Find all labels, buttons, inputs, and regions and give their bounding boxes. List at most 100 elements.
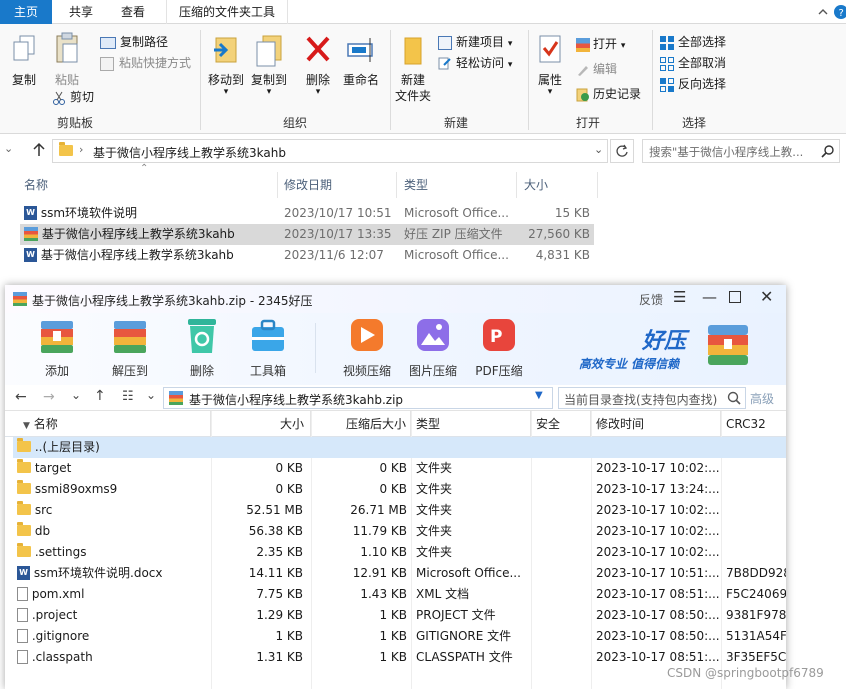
new-item-button[interactable]: 新建项目 ▾ <box>438 34 512 52</box>
address-path[interactable]: 基于微信小程序线上教学系统3kahb <box>93 144 286 161</box>
open-button[interactable]: 打开 ▾ <box>576 36 625 54</box>
address-box[interactable]: › 基于微信小程序线上教学系统3kahb ⌄ <box>52 139 608 163</box>
file-size: 4,831 KB <box>535 248 590 262</box>
new-folder-label-2: 文件夹 <box>394 89 431 103</box>
zip-table-row[interactable]: W ssm环境软件说明.docx 14.11 KB 12.91 KB Microsof… <box>13 563 786 584</box>
copy-button[interactable]: 复制 <box>4 34 44 88</box>
paste-shortcut-button[interactable]: 粘贴快捷方式 <box>100 55 191 71</box>
zip-col-name[interactable]: ▼ 名称 <box>13 411 211 437</box>
extract-button[interactable]: 解压到 <box>100 315 160 379</box>
breadcrumb-chevron-icon[interactable]: › <box>79 143 83 156</box>
address-bar-row: ⌄ › 基于微信小程序线上教学系统3kahb ⌄ 搜索"基于微信小程序线上教..… <box>0 136 846 166</box>
zip-entry-packed: 12.91 KB <box>352 566 407 580</box>
word-doc-icon: W <box>24 205 37 220</box>
back-arrow-icon[interactable]: ← <box>15 389 27 405</box>
recent-dropdown-icon[interactable]: ⌄ <box>4 142 13 155</box>
history-button[interactable]: 历史记录 <box>576 86 641 102</box>
zip-entry-size: 56.38 KB <box>248 524 303 538</box>
help-icon[interactable]: ? <box>832 3 846 21</box>
tab-share[interactable]: 共享 <box>56 0 106 24</box>
view-dropdown-icon[interactable]: ⌄ <box>146 388 156 402</box>
zip-table-row[interactable]: .project 1.29 KB 1 KB PROJECT 文件 2023-10-17 … <box>13 605 786 626</box>
zip-table-row[interactable]: pom.xml 7.75 KB 1.43 KB XML 文档 2023-10-17 08… <box>13 584 786 605</box>
image-compress-button[interactable]: 图片压缩 <box>403 315 463 379</box>
column-header-name[interactable]: 名称 <box>24 172 48 198</box>
file-type: 好压 ZIP 压缩文件 <box>404 227 503 241</box>
copy-to-button[interactable]: 复制到 ▾ <box>248 32 290 97</box>
search-icon[interactable] <box>821 144 835 161</box>
zip-table-row[interactable]: .settings 2.35 KB 1.10 KB 文件夹 2023-10-17 10:… <box>13 542 786 563</box>
video-compress-button[interactable]: 视频压缩 <box>337 315 397 379</box>
rename-button[interactable]: 重命名 <box>340 32 382 88</box>
up-arrow-icon[interactable] <box>30 141 48 159</box>
zip-table-row[interactable]: .gitignore 1 KB 1 KB GITIGNORE 文件 2023-10-17… <box>13 626 786 647</box>
ribbon: 复制 粘贴 复制路径 粘贴快捷方式 剪切 剪贴板 移动到 ▾ 复制到 ▾ 删除 … <box>0 24 846 134</box>
zip-delete-button[interactable]: 删除 <box>172 315 232 379</box>
zip-table-row[interactable]: ssmi89oxms9 0 KB 0 KB 文件夹 2023-10-17 13:24:.… <box>13 479 786 500</box>
zip-table-row[interactable]: .classpath 1.31 KB 1 KB CLASSPATH 文件 2023-10… <box>13 647 786 668</box>
zip-table-row[interactable]: ..(上层目录) <box>13 437 786 458</box>
delete-button[interactable]: 删除 ▾ <box>300 32 336 97</box>
zip-path-dropdown-icon[interactable]: ▼ <box>535 390 543 401</box>
select-all-button[interactable]: 全部选择 <box>660 34 726 50</box>
expand-ribbon-icon[interactable] <box>815 4 831 20</box>
zip-table-row[interactable]: src 52.51 MB 26.71 MB 文件夹 2023-10-17 10:02:.… <box>13 500 786 521</box>
file-row[interactable]: W 基于微信小程序线上教学系统3kahb 2023/11/6 12:07 Micro… <box>20 245 594 266</box>
advanced-search-link[interactable]: 高级 <box>750 390 774 407</box>
view-mode-icon[interactable]: ☷ <box>122 389 134 404</box>
cut-button[interactable]: 剪切 <box>52 89 94 105</box>
zip-col-security[interactable]: 安全 <box>531 411 591 437</box>
tab-view[interactable]: 查看 <box>108 0 158 24</box>
column-header-date[interactable]: 修改日期 <box>284 172 332 198</box>
new-folder-button[interactable]: 新建 文件夹 <box>392 32 434 104</box>
sort-down-icon: ▼ <box>23 421 30 431</box>
zip-col-packed[interactable]: 压缩后大小 <box>311 411 411 437</box>
zip-entry-modified: 2023-10-17 10:02:... <box>596 545 720 559</box>
search-input[interactable]: 搜索"基于微信小程序线上教... <box>642 139 840 163</box>
history-dropdown-icon[interactable]: ⌄ <box>71 388 81 402</box>
address-dropdown-icon[interactable]: ⌄ <box>594 143 603 156</box>
video-compress-label: 视频压缩 <box>342 364 391 378</box>
zip-entry-name: db <box>34 524 51 538</box>
move-to-button[interactable]: 移动到 ▾ <box>206 32 246 97</box>
minimize-icon[interactable]: — <box>702 288 717 306</box>
file-row[interactable]: W ssm环境软件说明 2023/10/17 10:51 Microsoft Off… <box>20 203 594 224</box>
zip-entry-name: .classpath <box>31 650 93 664</box>
zip-col-crc[interactable]: CRC32 <box>721 411 786 437</box>
easy-access-button[interactable]: 轻松访问 ▾ <box>438 55 512 73</box>
copy-path-button[interactable]: 复制路径 <box>100 34 168 50</box>
paste-button[interactable]: 粘贴 <box>46 32 88 88</box>
refresh-button[interactable] <box>610 139 634 163</box>
menu-icon[interactable]: ☰ <box>673 288 686 306</box>
add-button[interactable]: 添加 <box>27 315 87 379</box>
column-header-type[interactable]: 类型 <box>404 172 428 198</box>
up-level-icon[interactable]: ↑ <box>94 388 106 404</box>
paste-icon <box>56 32 78 63</box>
maximize-icon[interactable] <box>729 291 741 303</box>
select-none-button[interactable]: 全部取消 <box>660 55 726 71</box>
zip-col-type[interactable]: 类型 <box>411 411 531 437</box>
zip-path-box[interactable]: 基于微信小程序线上教学系统3kahb.zip ▼ <box>163 387 553 409</box>
zip-col-modified[interactable]: 修改时间 <box>591 411 721 437</box>
column-header-size[interactable]: 大小 <box>524 172 548 198</box>
edit-pencil-icon <box>576 63 590 77</box>
zip-search-input[interactable]: 当前目录查找(支持包内查找) <box>558 387 746 409</box>
forward-arrow-icon[interactable]: → <box>43 389 55 405</box>
select-none-label: 全部取消 <box>678 56 727 70</box>
properties-button[interactable]: 属性 ▾ <box>532 32 568 97</box>
toolbox-button[interactable]: 工具箱 <box>238 315 298 379</box>
feedback-link[interactable]: 反馈 <box>639 291 663 308</box>
zip-table-row[interactable]: db 56.38 KB 11.79 KB 文件夹 2023-10-17 10:02:..… <box>13 521 786 542</box>
pdf-compress-button[interactable]: P PDF压缩 <box>469 315 529 379</box>
zip-search-icon[interactable] <box>727 391 741 408</box>
close-icon[interactable]: ✕ <box>760 287 773 306</box>
invert-selection-button[interactable]: 反向选择 <box>660 76 726 92</box>
tab-home[interactable]: 主页 <box>0 0 52 24</box>
select-none-icon <box>660 56 674 71</box>
zip-col-size[interactable]: 大小 <box>211 411 311 437</box>
delete-x-icon <box>306 36 330 62</box>
file-row[interactable]: 基于微信小程序线上教学系统3kahb 2023/10/17 13:35 好压 ZIP… <box>20 224 594 245</box>
edit-button[interactable]: 编辑 <box>576 61 617 77</box>
zip-table-row[interactable]: target 0 KB 0 KB 文件夹 2023-10-17 10:02:... <box>13 458 786 479</box>
tab-compressed-folder-tools[interactable]: 压缩的文件夹工具 <box>166 0 288 24</box>
